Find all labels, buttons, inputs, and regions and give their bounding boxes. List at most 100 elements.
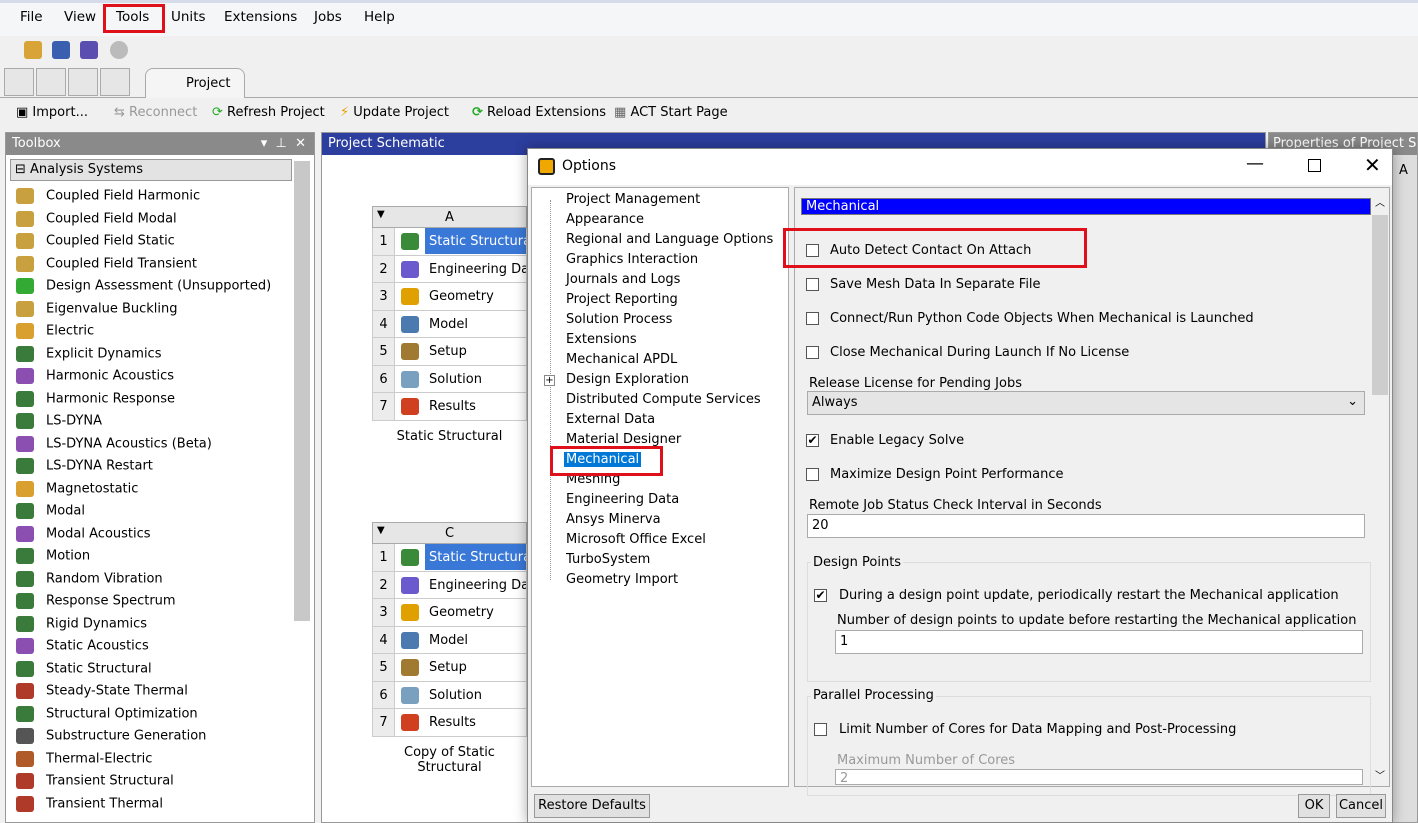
menu-help[interactable]: Help [364, 9, 395, 25]
system-cell[interactable]: 4 Model [372, 310, 527, 338]
ok-button[interactable]: OK [1298, 794, 1330, 818]
close-button[interactable]: ✕ [1364, 153, 1381, 177]
option-checkbox[interactable] [806, 346, 819, 359]
globe-icon[interactable] [110, 41, 128, 59]
system-cell[interactable]: 1 Static Structural [372, 544, 527, 572]
toolbox-item[interactable]: Thermal-Electric [16, 750, 152, 767]
system-menu-icon[interactable]: ▼ [377, 525, 385, 536]
system-cell[interactable]: 7 Results [372, 709, 527, 737]
toolbox-item[interactable]: Coupled Field Transient [16, 255, 197, 272]
toolbox-item[interactable]: LS-DYNA [16, 413, 102, 429]
toolbox-item[interactable]: Structural Optimization [16, 705, 198, 722]
content-scrollbar[interactable]: ︿ ﹀ [1371, 188, 1389, 786]
toolbox-item[interactable]: Magnetostatic [16, 480, 138, 497]
tree-item[interactable]: Solution Process [566, 312, 672, 327]
toolbox-item[interactable]: LS-DYNA Restart [16, 458, 153, 474]
scroll-up-icon[interactable]: ︿ [1371, 188, 1389, 209]
tree-item[interactable]: Regional and Language Options [566, 232, 773, 247]
save-button[interactable] [68, 68, 98, 96]
refresh-project-button[interactable]: ⟳ Refresh Project [212, 105, 325, 120]
tree-item[interactable]: Distributed Compute Services [566, 392, 761, 407]
tree-item[interactable]: Journals and Logs [566, 272, 680, 287]
scroll-thumb[interactable] [1372, 215, 1388, 395]
toolbox-item[interactable]: Modal [16, 503, 85, 519]
reconnect-button[interactable]: ⇆ Reconnect [114, 105, 197, 120]
tree-item[interactable]: Geometry Import [566, 572, 678, 587]
release-license-select[interactable]: Always ⌄ [807, 391, 1365, 415]
toolbox-item[interactable]: Harmonic Response [16, 390, 175, 407]
menu-units[interactable]: Units [171, 9, 206, 25]
cancel-button[interactable]: Cancel [1336, 794, 1386, 818]
option-checkbox[interactable] [806, 278, 819, 291]
analysis-system-block[interactable]: ▼C1Static Structural2Engineering Data3Ge… [372, 522, 527, 775]
tree-item[interactable]: Project Management [566, 192, 700, 207]
tree-item[interactable]: External Data [566, 412, 655, 427]
panel-controls[interactable]: ▾ ⊥ ✕ [261, 136, 306, 151]
tree-item[interactable]: TurboSystem [566, 552, 650, 567]
tree-item[interactable]: Appearance [566, 212, 644, 227]
expand-icon[interactable]: + [544, 375, 555, 386]
system-cell[interactable]: 5 Setup [372, 654, 527, 682]
toolbox-item[interactable]: Static Acoustics [16, 638, 149, 654]
system-caption[interactable]: Copy of Static Structural [372, 745, 527, 775]
tree-item[interactable]: Microsoft Office Excel [566, 532, 706, 547]
toolbox-item[interactable]: Response Spectrum [16, 593, 176, 609]
system-menu-icon[interactable]: ▼ [377, 209, 385, 220]
toolbox-item[interactable]: Modal Acoustics [16, 525, 151, 542]
dp-number-input[interactable]: 1 [835, 630, 1363, 654]
toolbox-item[interactable]: Rigid Dynamics [16, 615, 147, 632]
system-caption[interactable]: Static Structural [372, 429, 527, 444]
system-cell[interactable]: 3 Geometry [372, 599, 527, 627]
toolbox-item[interactable]: Transient Structural [16, 773, 174, 789]
save-as-button[interactable] [100, 68, 130, 96]
toolbox-item[interactable]: Harmonic Acoustics [16, 368, 174, 384]
open-web-icon[interactable] [24, 41, 42, 59]
scroll-down-icon[interactable]: ﹀ [1371, 767, 1389, 782]
toolbox-item[interactable]: Steady-State Thermal [16, 683, 188, 699]
tree-item[interactable]: Design Exploration [566, 372, 689, 387]
toolbox-item[interactable]: Design Assessment (Unsupported) [16, 278, 271, 294]
limit-cores-checkbox[interactable] [814, 723, 827, 736]
option-checkbox[interactable] [806, 312, 819, 325]
system-cell[interactable]: 6 Solution [372, 365, 527, 393]
system-cell[interactable]: 4 Model [372, 626, 527, 654]
toolbox-item[interactable]: Coupled Field Modal [16, 210, 177, 227]
tree-item[interactable]: Project Reporting [566, 292, 678, 307]
reload-extensions-button[interactable]: ⟳ Reload Extensions [472, 105, 606, 120]
save-web-icon[interactable] [52, 41, 70, 59]
new-button[interactable] [4, 68, 34, 96]
system-cell[interactable]: 1 Static Structural [372, 228, 527, 256]
toolbox-item[interactable]: Coupled Field Static [16, 233, 175, 249]
system-cell[interactable]: 6 Solution [372, 681, 527, 709]
tree-item[interactable]: Ansys Minerva [566, 512, 661, 527]
toolbox-item[interactable]: Transient Thermal [16, 795, 163, 812]
system-cell[interactable]: 2 Engineering Data [372, 571, 527, 599]
tree-item[interactable]: Engineering Data [566, 492, 679, 507]
system-cell[interactable]: 3 Geometry [372, 283, 527, 311]
toolbox-item[interactable]: Coupled Field Harmonic [16, 188, 200, 204]
dp-restart-checkbox[interactable]: ✔ [814, 589, 827, 602]
update-project-button[interactable]: ⚡ Update Project [340, 105, 449, 120]
menu-file[interactable]: File [20, 9, 43, 25]
act-start-page-button[interactable]: ▦ ACT Start Page [614, 105, 728, 120]
system-cell[interactable]: 5 Setup [372, 338, 527, 366]
remote-interval-input[interactable]: 20 [807, 514, 1365, 538]
tree-item[interactable]: Material Designer [566, 432, 681, 447]
enable-legacy-solve-checkbox[interactable]: ✔ [806, 434, 819, 447]
system-cell[interactable]: 2 Engineering Data [372, 255, 527, 283]
toolbox-item[interactable]: Explicit Dynamics [16, 345, 161, 362]
open-button[interactable] [36, 68, 66, 96]
maximize-dp-checkbox[interactable] [806, 468, 819, 481]
maximize-button[interactable] [1308, 159, 1321, 172]
tree-item[interactable]: Extensions [566, 332, 637, 347]
menu-view[interactable]: View [64, 9, 96, 25]
tree-item[interactable]: Mechanical APDL [566, 352, 677, 367]
import-button[interactable]: ▣ Import... [16, 105, 88, 120]
menu-extensions[interactable]: Extensions [224, 9, 297, 25]
toolbox-item[interactable]: LS-DYNA Acoustics (Beta) [16, 435, 212, 452]
toolbox-item[interactable]: Substructure Generation [16, 728, 206, 744]
minimize-button[interactable]: — [1246, 153, 1264, 174]
save-as-web-icon[interactable] [80, 41, 98, 59]
analysis-systems-section[interactable]: ⊟ Analysis Systems [10, 159, 292, 181]
system-cell[interactable]: 7 Results [372, 393, 527, 421]
